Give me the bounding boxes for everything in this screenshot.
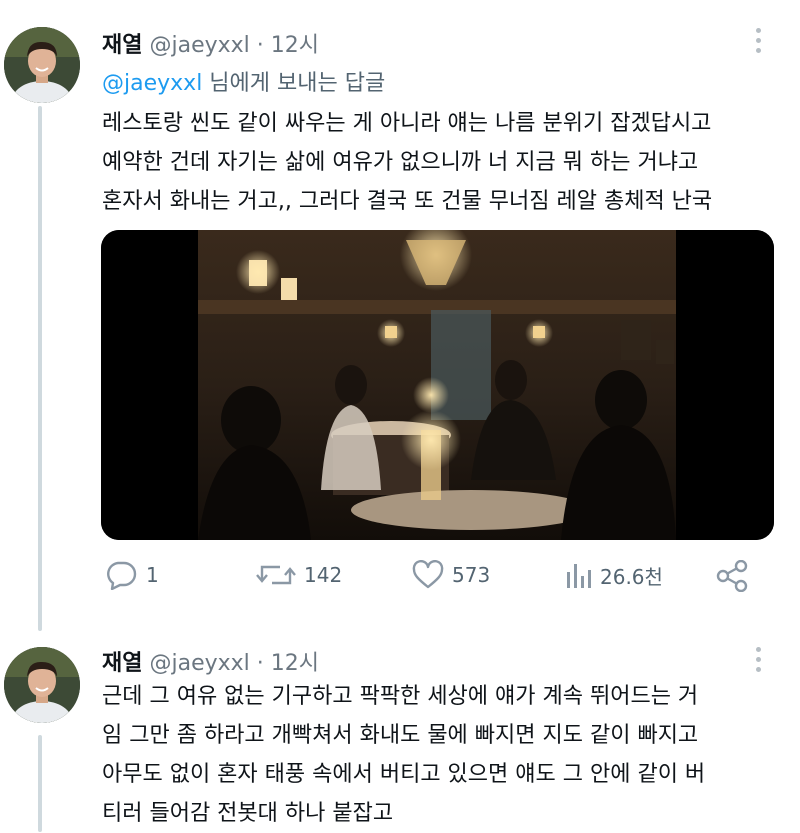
restaurant-scene-image — [101, 230, 774, 540]
like-count: 573 — [452, 563, 491, 587]
retweet-button[interactable]: 142 — [256, 560, 342, 590]
separator: · — [256, 33, 264, 58]
retweet-icon — [256, 565, 296, 585]
share-icon — [716, 560, 748, 592]
separator: · — [256, 651, 264, 676]
avatar-photo — [4, 27, 80, 103]
author-name[interactable]: 재열 — [102, 33, 142, 58]
tweet-text: 레스토랑 씬도 같이 싸우는 게 아니라 얘는 나름 분위기 잡겠답시고 예약한… — [102, 104, 712, 221]
more-icon[interactable] — [756, 28, 764, 53]
tweet-text-line: 레스토랑 씬도 같이 싸우는 게 아니라 얘는 나름 분위기 잡겠답시고 — [102, 111, 712, 136]
thread-line-top — [38, 106, 42, 631]
tweet-text-line: 아무도 없이 혼자 태풍 속에서 버티고 있으면 얘도 그 안에 같이 버 — [102, 762, 706, 787]
reply-mention[interactable]: @jaeyxxl — [102, 71, 202, 96]
timestamp[interactable]: 12시 — [271, 33, 319, 58]
media-image[interactable] — [101, 230, 774, 540]
tweet-text-line: 예약한 건데 자기는 삶에 여유가 없으니까 너 지금 뭐 하는 거냐고 — [102, 150, 699, 175]
like-button[interactable]: 573 — [412, 560, 490, 590]
views-button[interactable]: 26.6천 — [566, 560, 663, 590]
tweet-header: 재열 @jaeyxxl · 12시 — [102, 645, 319, 677]
tweet-text-line: 혼자서 화내는 거고,, 그러다 결국 또 건물 무너짐 레알 총체적 난국 — [102, 189, 713, 214]
thread-line-bottom — [38, 735, 42, 832]
avatar[interactable] — [4, 647, 80, 723]
views-icon — [567, 564, 591, 588]
share-button[interactable] — [716, 560, 748, 592]
reply-context-label: 님에게 보내는 답글 — [202, 71, 386, 96]
tweet-text-line: 근데 그 여유 없는 기구하고 팍팍한 세상에 얘가 계속 뛰어드는 거 — [102, 684, 699, 709]
more-icon[interactable] — [756, 647, 764, 672]
tweet-text-line: 임 그만 좀 하라고 개빡쳐서 화내도 물에 빠지면 지도 같이 빠지고 — [102, 723, 699, 748]
tweet-header: 재열 @jaeyxxl · 12시 — [102, 27, 319, 59]
tweet-text: 근데 그 여유 없는 기구하고 팍팍한 세상에 얘가 계속 뛰어드는 거 임 그… — [102, 677, 705, 833]
tweet-text-line: 티러 들어감 전봇대 하나 붙잡고 — [102, 801, 394, 826]
reply-count: 1 — [146, 563, 159, 587]
heart-icon — [412, 560, 444, 589]
tweet-actions: 1 142 573 26.6천 — [0, 560, 800, 604]
author-handle[interactable]: @jaeyxxl — [149, 651, 249, 676]
timestamp[interactable]: 12시 — [271, 651, 319, 676]
view-count: 26.6천 — [600, 564, 663, 589]
reply-context: @jaeyxxl 님에게 보내는 답글 — [102, 65, 385, 97]
reply-icon — [107, 561, 137, 590]
author-handle[interactable]: @jaeyxxl — [149, 33, 249, 58]
author-name[interactable]: 재열 — [102, 651, 142, 676]
avatar-photo — [4, 647, 80, 723]
avatar[interactable] — [4, 27, 80, 103]
retweet-count: 142 — [304, 563, 343, 587]
reply-button[interactable]: 1 — [104, 560, 159, 590]
